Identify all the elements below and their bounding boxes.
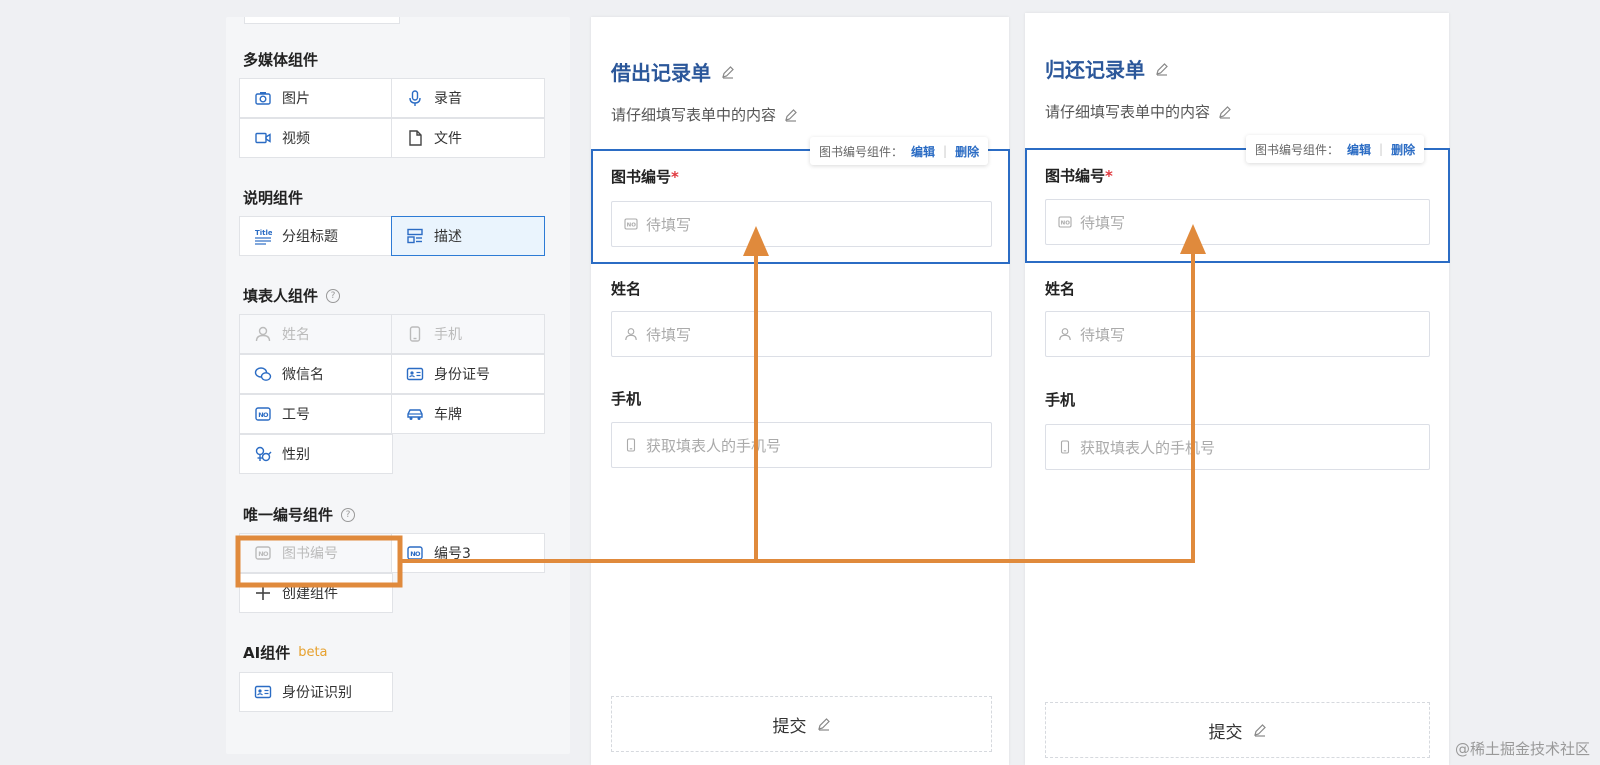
help-icon[interactable]: ? [326, 288, 341, 303]
palette-item-number3[interactable]: NO 编号3 [391, 533, 545, 573]
badge-no-icon: NO [254, 405, 272, 423]
palette-item-license-plate[interactable]: 车牌 [391, 394, 545, 434]
section-title-unique-id: 唯一编号组件 ? [243, 504, 356, 525]
form-title[interactable]: 借出记录单 [611, 57, 735, 86]
phone-input[interactable]: 获取填表人的手机号 [611, 422, 992, 468]
badge-no-icon: NO [406, 544, 424, 562]
svg-text:NO: NO [627, 223, 637, 229]
form-description[interactable]: 请仔细填写表单中的内容 [611, 104, 798, 125]
palette-item-id-number[interactable]: 身份证号 [391, 354, 545, 394]
section-title-media: 多媒体组件 [243, 51, 319, 69]
delete-link[interactable]: 删除 [955, 143, 979, 160]
svg-text:O: O [263, 550, 269, 558]
palette-item-wechat-name[interactable]: 微信名 [239, 354, 393, 394]
microphone-icon [406, 89, 424, 107]
palette-item-stub [244, 17, 400, 24]
form-canvas-return [1025, 13, 1449, 765]
book-no-input[interactable]: NO 待填写 [1045, 199, 1430, 245]
pencil-icon[interactable] [721, 65, 735, 79]
delete-link[interactable]: 删除 [1391, 141, 1415, 158]
submit-button[interactable]: 提交 [611, 696, 992, 752]
beta-badge: beta [298, 645, 328, 660]
palette-item-video[interactable]: 视频 [239, 118, 393, 158]
car-icon [406, 405, 424, 423]
edit-link[interactable]: 编辑 [1347, 141, 1371, 158]
field-label-book-no: 图书编号* [1045, 167, 1113, 185]
help-icon[interactable]: ? [341, 507, 356, 522]
user-icon [625, 328, 637, 341]
pencil-icon[interactable] [1218, 105, 1232, 119]
title-icon-text: Title [255, 229, 272, 237]
id-card-icon [406, 365, 424, 383]
section-title-ai: AI组件 beta [243, 644, 328, 662]
badge-no-icon: NO [254, 544, 272, 562]
field-toolbar: 图书编号组件： 编辑 | 删除 [1246, 135, 1425, 163]
pencil-icon[interactable] [817, 717, 831, 731]
field-label-book-no: 图书编号* [611, 168, 679, 186]
section-title-desc: 说明组件 [243, 189, 304, 207]
user-icon [254, 325, 272, 343]
edit-link[interactable]: 编辑 [911, 143, 935, 160]
field-label-name: 姓名 [1045, 280, 1076, 298]
form-description[interactable]: 请仔细填写表单中的内容 [1045, 101, 1232, 122]
name-input[interactable]: 待填写 [611, 311, 992, 357]
palette-item-description[interactable]: 描述 [391, 216, 545, 256]
field-label-phone: 手机 [611, 390, 642, 408]
phone-input[interactable]: 获取填表人的手机号 [1045, 424, 1430, 470]
camera-icon [254, 89, 272, 107]
video-icon [254, 129, 272, 147]
phone-icon [1060, 440, 1070, 454]
submit-button[interactable]: 提交 [1045, 702, 1430, 758]
watermark: @稀土掘金技术社区 [1454, 740, 1590, 758]
pencil-icon[interactable] [1155, 62, 1169, 76]
palette-item-file[interactable]: 文件 [391, 118, 545, 158]
user-icon [1059, 328, 1071, 341]
component-palette: 多媒体组件 图片 录音 视频 文件 说明组件 Title 分组标题 描述 填表人… [226, 17, 570, 754]
id-card-icon [254, 683, 272, 701]
form-title[interactable]: 归还记录单 [1045, 54, 1169, 83]
gender-icon [254, 445, 272, 463]
palette-item-employee-no[interactable]: NO 工号 [239, 394, 393, 434]
svg-text:O: O [263, 411, 269, 419]
layout-icon [406, 227, 424, 245]
title-icon: Title [254, 227, 272, 245]
section-title-filler: 填表人组件 ? [243, 285, 341, 306]
plus-icon [254, 584, 272, 602]
pencil-icon[interactable] [1253, 723, 1267, 737]
form-canvas-lend [591, 17, 1009, 765]
field-toolbar: 图书编号组件： 编辑 | 删除 [810, 137, 989, 165]
palette-item-id-recognition[interactable]: 身份证识别 [239, 672, 393, 712]
field-label-name: 姓名 [611, 280, 642, 298]
name-input[interactable]: 待填写 [1045, 311, 1430, 357]
book-no-input[interactable]: NO 待填写 [611, 201, 992, 247]
wechat-icon [254, 365, 272, 383]
phone-icon [406, 325, 424, 343]
pencil-icon[interactable] [784, 108, 798, 122]
palette-item-book-no[interactable]: NO 图书编号 [239, 533, 393, 573]
palette-item-image[interactable]: 图片 [239, 78, 393, 118]
svg-text:O: O [415, 550, 421, 558]
create-component-button[interactable]: 创建组件 [239, 573, 393, 613]
phone-icon [626, 438, 636, 452]
svg-text:NO: NO [1061, 221, 1071, 227]
palette-item-phone: 手机 [391, 314, 545, 354]
palette-item-audio[interactable]: 录音 [391, 78, 545, 118]
palette-item-gender[interactable]: 性别 [239, 434, 393, 474]
palette-item-name: 姓名 [239, 314, 393, 354]
file-icon [406, 129, 424, 147]
field-label-phone: 手机 [1045, 391, 1076, 409]
badge-no-icon: NO [624, 218, 638, 230]
badge-no-icon: NO [1058, 216, 1072, 228]
palette-item-group-title[interactable]: Title 分组标题 [239, 216, 393, 256]
